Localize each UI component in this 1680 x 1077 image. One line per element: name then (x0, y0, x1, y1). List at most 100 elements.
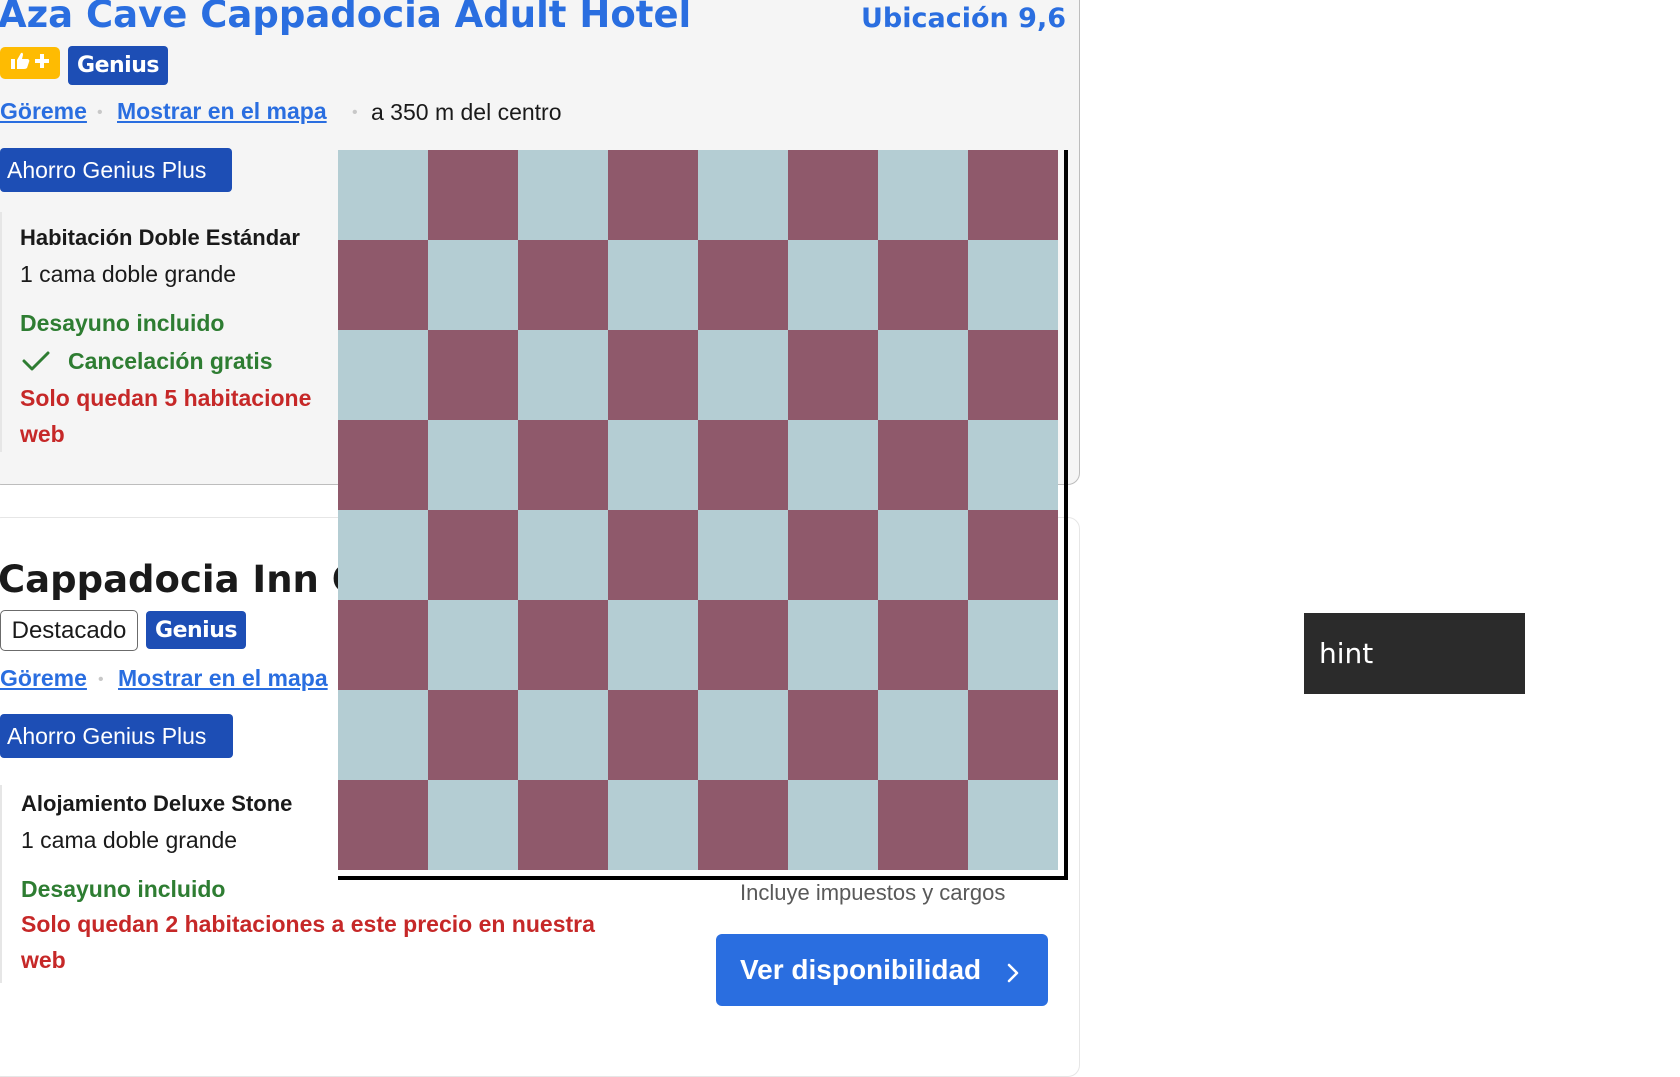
board-square[interactable] (788, 240, 878, 330)
show-on-map-link[interactable]: Mostrar en el mapa (117, 98, 327, 125)
board-square[interactable] (428, 240, 518, 330)
board-square[interactable] (788, 330, 878, 420)
board-square[interactable] (878, 240, 968, 330)
board-square[interactable] (518, 780, 608, 870)
board-square[interactable] (878, 420, 968, 510)
board-square[interactable] (338, 600, 428, 690)
board-square[interactable] (968, 690, 1058, 780)
board-square[interactable] (968, 330, 1058, 420)
board-square[interactable] (608, 240, 698, 330)
board-square[interactable] (968, 600, 1058, 690)
board-square[interactable] (608, 330, 698, 420)
board-square[interactable] (428, 780, 518, 870)
board-square[interactable] (338, 690, 428, 780)
thumbs-up-icon (10, 52, 30, 75)
board-square[interactable] (698, 690, 788, 780)
see-availability-button[interactable]: Ver disponibilidad (716, 934, 1048, 1006)
hint-label: hint (1319, 637, 1374, 670)
distance-text: a 350 m del centro (371, 99, 562, 125)
preferred-plus-badge (0, 47, 60, 79)
featured-tag: Destacado (0, 610, 138, 651)
board-square[interactable] (608, 510, 698, 600)
board-square[interactable] (428, 150, 518, 240)
board-square[interactable] (338, 420, 428, 510)
board-square[interactable] (788, 150, 878, 240)
board-square[interactable] (968, 150, 1058, 240)
location-score-link[interactable]: Ubicación 9,6 (861, 3, 1066, 34)
free-cancellation: Cancelación gratis (68, 348, 273, 374)
board-square[interactable] (788, 780, 878, 870)
chevron-right-icon (1006, 959, 1020, 991)
board-square[interactable] (608, 150, 698, 240)
board-square[interactable] (878, 600, 968, 690)
board-square[interactable] (878, 690, 968, 780)
board-square[interactable] (428, 330, 518, 420)
board-square[interactable] (338, 780, 428, 870)
board-square[interactable] (698, 420, 788, 510)
board-square[interactable] (338, 150, 428, 240)
genius-plus-deal-badge: Ahorro Genius Plus (0, 148, 232, 192)
separator-dot: • (352, 104, 358, 121)
genius-badge: Genius (68, 46, 168, 85)
see-availability-label: Ver disponibilidad (740, 954, 982, 985)
room-divider (0, 212, 2, 452)
board-square[interactable] (788, 420, 878, 510)
board-square[interactable] (608, 690, 698, 780)
separator-dot: • (98, 671, 104, 688)
hotel-title-link[interactable]: Cappadocia Inn C (0, 561, 359, 598)
show-on-map-link[interactable]: Mostrar en el mapa (118, 665, 328, 692)
board-square[interactable] (428, 690, 518, 780)
board-square[interactable] (878, 330, 968, 420)
scarcity-message: Solo quedan 5 habitacione web (20, 385, 312, 447)
board-square[interactable] (518, 150, 608, 240)
board-square[interactable] (878, 780, 968, 870)
board-square[interactable] (518, 600, 608, 690)
bed-type: 1 cama doble grande (21, 827, 238, 853)
board-square[interactable] (518, 510, 608, 600)
board-square[interactable] (968, 240, 1058, 330)
board-square[interactable] (788, 690, 878, 780)
board-square[interactable] (518, 690, 608, 780)
hotel-title-link[interactable]: Aza Cave Cappadocia Adult Hotel (0, 0, 691, 33)
board-square[interactable] (518, 240, 608, 330)
bed-type: 1 cama doble grande (20, 261, 237, 287)
board-square[interactable] (608, 600, 698, 690)
room-name: Alojamiento Deluxe Stone (21, 791, 293, 816)
board-square[interactable] (968, 420, 1058, 510)
board-square[interactable] (698, 780, 788, 870)
board-square[interactable] (428, 600, 518, 690)
board-square[interactable] (788, 510, 878, 600)
board-square[interactable] (878, 150, 968, 240)
board-square[interactable] (338, 240, 428, 330)
checkmark-icon (22, 350, 50, 377)
checkerboard[interactable] (338, 150, 1068, 880)
board-square[interactable] (608, 420, 698, 510)
room-divider (0, 785, 2, 983)
board-square[interactable] (968, 780, 1058, 870)
location-link[interactable]: Göreme (0, 98, 87, 125)
board-square[interactable] (338, 330, 428, 420)
board-square[interactable] (698, 330, 788, 420)
board-square[interactable] (698, 240, 788, 330)
taxes-note: Incluye impuestos y cargos (740, 880, 1006, 905)
room-name: Habitación Doble Estándar (20, 225, 300, 250)
board-square[interactable] (518, 420, 608, 510)
board-square[interactable] (968, 510, 1058, 600)
board-square[interactable] (518, 330, 608, 420)
genius-badge: Genius (146, 611, 246, 649)
scarcity-message: Solo quedan 2 habitaciones a este precio… (21, 911, 595, 973)
board-square[interactable] (788, 600, 878, 690)
board-square[interactable] (428, 510, 518, 600)
board-square[interactable] (878, 510, 968, 600)
breakfast-included: Desayuno incluido (20, 310, 225, 336)
hint-box: hint (1304, 613, 1525, 694)
board-square[interactable] (608, 780, 698, 870)
genius-plus-deal-badge: Ahorro Genius Plus (0, 714, 233, 758)
board-square[interactable] (698, 150, 788, 240)
board-square[interactable] (698, 510, 788, 600)
board-square[interactable] (338, 510, 428, 600)
board-square[interactable] (698, 600, 788, 690)
board-square[interactable] (428, 420, 518, 510)
location-link[interactable]: Göreme (0, 665, 87, 692)
breakfast-included: Desayuno incluido (21, 876, 226, 902)
